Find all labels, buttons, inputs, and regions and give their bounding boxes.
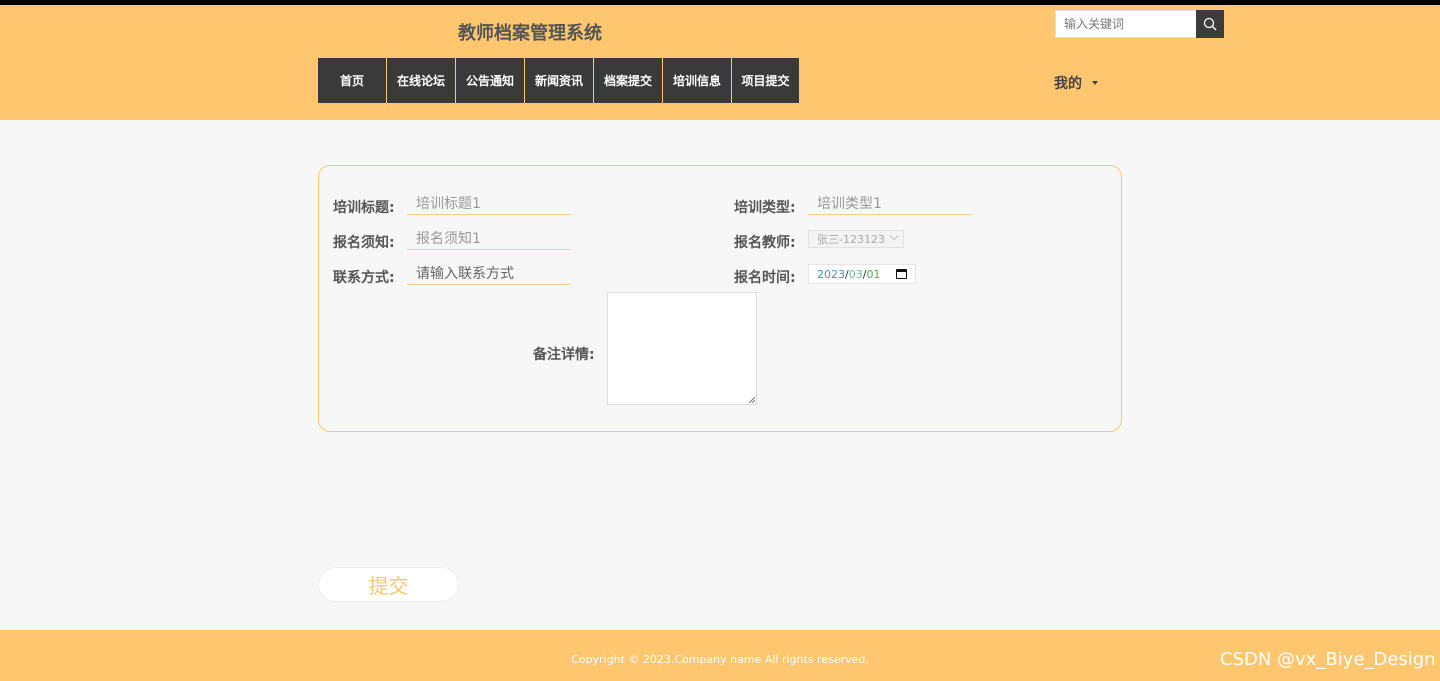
title-label: 培训标题: xyxy=(333,200,395,216)
user-menu-label: 我的 xyxy=(1054,76,1082,92)
nav-item-news[interactable]: 新闻资讯 xyxy=(525,58,593,103)
contact-input[interactable] xyxy=(407,263,571,285)
site-footer: Copyright © 2023.Company name All rights… xyxy=(0,630,1440,681)
nav-item-forum[interactable]: 在线论坛 xyxy=(387,58,455,103)
remark-textarea[interactable] xyxy=(607,292,757,405)
training-form: 培训标题: 培训类型: 报名须知: 报名教师: 张三-123123 联系方式: … xyxy=(318,165,1122,432)
nav-item-project-submit[interactable]: 项目提交 xyxy=(732,58,799,103)
main-nav: 首页 在线论坛 公告通知 新闻资讯 档案提交 培训信息 项目提交 xyxy=(318,58,800,103)
remark-label: 备注详情: xyxy=(533,347,595,363)
site-header: 教师档案管理系统 首页 在线论坛 公告通知 新闻资讯 档案提交 培训信息 项目提… xyxy=(0,5,1440,120)
calendar-icon[interactable] xyxy=(896,269,908,279)
watermark-text: CSDN @vx_Biye_Design xyxy=(1220,649,1436,670)
user-menu[interactable]: 我的 xyxy=(1054,73,1098,93)
date-month: 03 xyxy=(848,267,863,281)
teacher-select[interactable]: 张三-123123 xyxy=(808,230,904,248)
teacher-select-value: 张三-123123 xyxy=(817,233,885,246)
site-title: 教师档案管理系统 xyxy=(458,23,602,44)
nav-item-training-info[interactable]: 培训信息 xyxy=(663,58,731,103)
teacher-label: 报名教师: xyxy=(734,235,796,251)
resize-grip-icon[interactable] xyxy=(749,397,755,403)
search-bar xyxy=(1055,10,1224,38)
nav-item-archive-submit[interactable]: 档案提交 xyxy=(594,58,662,103)
chevron-down-icon xyxy=(889,231,899,241)
nav-item-home[interactable]: 首页 xyxy=(318,58,386,103)
notice-label: 报名须知: xyxy=(333,235,395,251)
date-year: 2023 xyxy=(817,267,845,281)
notice-input[interactable] xyxy=(407,228,571,250)
search-button[interactable] xyxy=(1196,10,1224,38)
search-icon xyxy=(1203,17,1217,31)
nav-item-announcements[interactable]: 公告通知 xyxy=(456,58,524,103)
type-label: 培训类型: xyxy=(734,200,796,216)
title-input[interactable] xyxy=(407,193,571,215)
date-day: 01 xyxy=(866,267,881,281)
time-label: 报名时间: xyxy=(734,270,796,286)
date-input[interactable]: 2023/03/01 xyxy=(808,264,917,284)
caret-down-icon xyxy=(1092,81,1098,85)
search-input[interactable] xyxy=(1055,10,1196,38)
contact-label: 联系方式: xyxy=(333,270,395,286)
submit-button[interactable]: 提交 xyxy=(318,567,459,602)
type-input[interactable] xyxy=(808,193,972,215)
